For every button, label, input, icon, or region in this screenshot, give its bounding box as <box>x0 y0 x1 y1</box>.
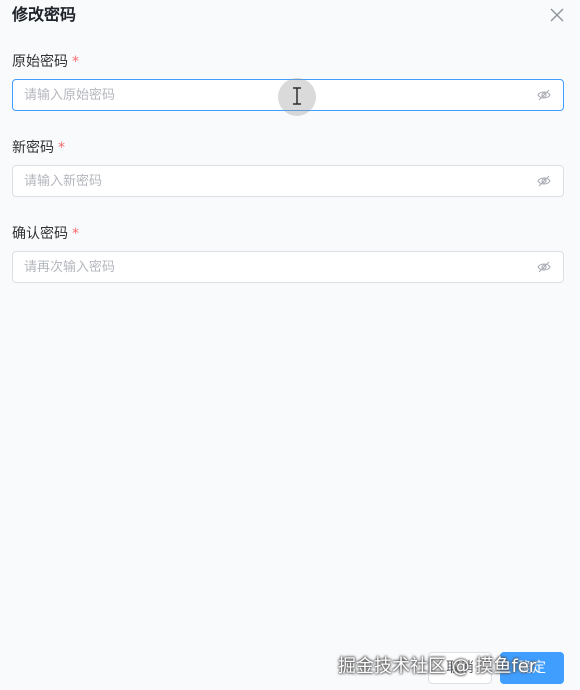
form-label-original-password: 原始密码 * <box>12 54 79 70</box>
cancel-button[interactable]: 取消 <box>428 652 492 684</box>
eye-off-icon[interactable] <box>537 261 551 273</box>
form-item-new-password: 新密码 * <box>12 138 564 197</box>
form-item-confirm-password: 确认密码 * <box>12 224 564 283</box>
form-label-confirm-password: 确认密码 * <box>12 226 79 242</box>
dialog-title: 修改密码 <box>12 5 77 24</box>
required-mark: * <box>72 54 79 70</box>
required-mark: * <box>58 140 65 156</box>
original-password-input[interactable] <box>24 80 524 110</box>
new-password-input[interactable] <box>24 166 524 196</box>
eye-off-icon[interactable] <box>537 175 551 187</box>
confirm-password-input[interactable] <box>24 252 524 282</box>
confirm-button[interactable]: 确定 <box>500 652 564 684</box>
form-label-new-password: 新密码 * <box>12 140 65 156</box>
dialog-footer: 取消 确定 <box>424 652 564 684</box>
close-icon[interactable] <box>548 6 566 24</box>
text-cursor-icon <box>293 87 301 105</box>
new-password-field <box>12 165 564 197</box>
change-password-dialog: 修改密码 原始密码 * 新密码 * 确认密码 * 取消 确定 掘金技术社区 @ … <box>0 0 580 690</box>
required-mark: * <box>72 226 79 242</box>
form-item-original-password: 原始密码 * <box>12 52 564 111</box>
confirm-password-field <box>12 251 564 283</box>
eye-off-icon[interactable] <box>537 89 551 101</box>
